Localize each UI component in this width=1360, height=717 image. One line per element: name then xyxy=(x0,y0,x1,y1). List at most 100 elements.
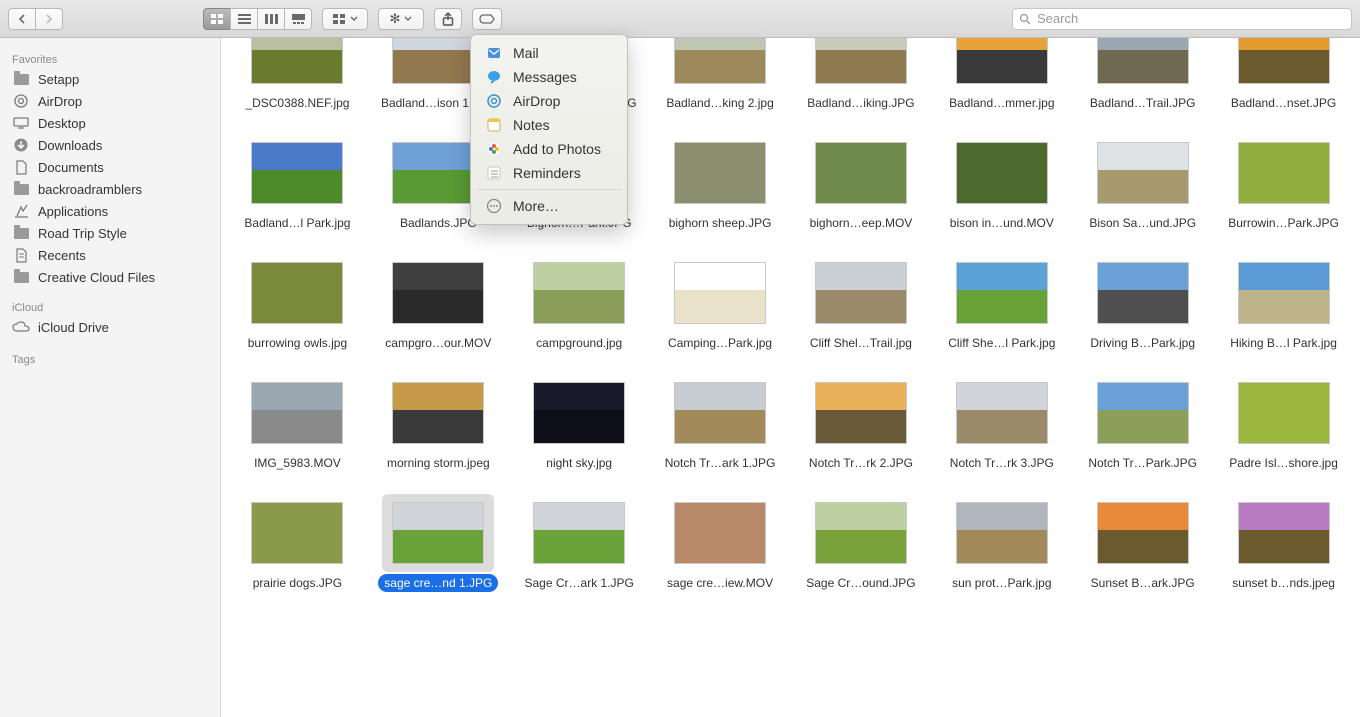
share-menu-item[interactable]: Mail xyxy=(471,41,627,65)
forward-button[interactable] xyxy=(35,8,63,30)
thumbnail-wrap xyxy=(382,494,494,572)
file-item[interactable]: burrowing owls.jpg xyxy=(229,248,366,354)
file-name: Badland…mmer.jpg xyxy=(943,94,1060,112)
file-item[interactable]: Cliff She…l Park.jpg xyxy=(933,248,1070,354)
share-menu-more[interactable]: More… xyxy=(471,194,627,218)
file-item[interactable]: Sage Cr…ark 1.JPG xyxy=(511,488,648,594)
recents-icon xyxy=(12,247,30,263)
thumbnail-wrap xyxy=(1228,38,1340,92)
group-by-button[interactable] xyxy=(322,8,368,30)
sidebar-item[interactable]: Road Trip Style xyxy=(0,222,220,244)
file-item[interactable]: Hiking B…l Park.jpg xyxy=(1215,248,1352,354)
file-item[interactable]: sage cre…iew.MOV xyxy=(652,488,789,594)
file-item[interactable]: Notch Tr…rk 2.JPG xyxy=(793,368,930,474)
file-item[interactable]: _DSC0388.NEF.jpg xyxy=(229,38,366,114)
thumbnail xyxy=(533,382,625,444)
search-input[interactable] xyxy=(1037,11,1345,26)
thumbnail xyxy=(251,38,343,84)
thumbnail-wrap xyxy=(805,134,917,212)
file-item[interactable]: Driving B…Park.jpg xyxy=(1074,248,1211,354)
sidebar-item[interactable]: backroadramblers xyxy=(0,178,220,200)
file-item[interactable]: campgro…our.MOV xyxy=(370,248,507,354)
file-item[interactable]: night sky.jpg xyxy=(511,368,648,474)
file-item[interactable]: Badland…mmer.jpg xyxy=(933,38,1070,114)
file-item[interactable]: Notch Tr…Park.JPG xyxy=(1074,368,1211,474)
file-item[interactable]: campground.jpg xyxy=(511,248,648,354)
file-item[interactable]: Badland…nset.JPG xyxy=(1215,38,1352,114)
thumbnail-wrap xyxy=(1087,254,1199,332)
downloads-icon xyxy=(12,137,30,153)
sidebar: Favorites SetappAirDropDesktopDownloadsD… xyxy=(0,38,221,717)
file-item[interactable]: Cliff Shel…Trail.jpg xyxy=(793,248,930,354)
share-menu-item[interactable]: AirDrop xyxy=(471,89,627,113)
sidebar-item[interactable]: Setapp xyxy=(0,68,220,90)
file-item[interactable]: Camping…Park.jpg xyxy=(652,248,789,354)
sidebar-item[interactable]: Documents xyxy=(0,156,220,178)
file-item[interactable]: Notch Tr…rk 3.JPG xyxy=(933,368,1070,474)
file-item[interactable]: bighorn sheep.JPG xyxy=(652,128,789,234)
sidebar-item[interactable]: Creative Cloud Files xyxy=(0,266,220,288)
thumbnail-wrap xyxy=(805,374,917,452)
chevron-right-icon xyxy=(44,14,54,24)
share-menu-item[interactable]: Notes xyxy=(471,113,627,137)
thumbnail-wrap xyxy=(1228,494,1340,572)
thumbnail-wrap xyxy=(241,254,353,332)
view-gallery-button[interactable] xyxy=(284,8,312,30)
file-item[interactable]: prairie dogs.JPG xyxy=(229,488,366,594)
share-menu-item[interactable]: Reminders xyxy=(471,161,627,185)
view-columns-button[interactable] xyxy=(257,8,285,30)
file-item[interactable]: Badland…iking.JPG xyxy=(793,38,930,114)
file-item[interactable]: Bison Sa…und.JPG xyxy=(1074,128,1211,234)
thumbnail xyxy=(674,262,766,324)
sidebar-item-label: Road Trip Style xyxy=(38,226,127,241)
file-item[interactable]: sage cre…nd 1.JPG xyxy=(370,488,507,594)
file-item[interactable]: Sage Cr…ound.JPG xyxy=(793,488,930,594)
file-name: Sage Cr…ark 1.JPG xyxy=(519,574,640,592)
file-item[interactable]: bighorn…eep.MOV xyxy=(793,128,930,234)
sidebar-item[interactable]: Desktop xyxy=(0,112,220,134)
view-icons-button[interactable] xyxy=(203,8,231,30)
sidebar-item[interactable]: iCloud Drive xyxy=(0,316,220,338)
list-icon xyxy=(238,14,251,24)
sidebar-item[interactable]: AirDrop xyxy=(0,90,220,112)
thumbnail-wrap xyxy=(946,134,1058,212)
thumbnail-wrap xyxy=(805,38,917,92)
share-button[interactable] xyxy=(434,8,462,30)
tags-button[interactable] xyxy=(472,8,502,30)
thumbnail xyxy=(533,502,625,564)
sidebar-item[interactable]: Recents xyxy=(0,244,220,266)
content-area: _DSC0388.NEF.jpgBadland…ison 1.JPGBadlan… xyxy=(221,38,1360,717)
file-item[interactable]: IMG_5983.MOV xyxy=(229,368,366,474)
file-item[interactable]: Padre Isl…shore.jpg xyxy=(1215,368,1352,474)
file-item[interactable]: Badland…l Park.jpg xyxy=(229,128,366,234)
sidebar-item-label: Recents xyxy=(38,248,86,263)
file-item[interactable]: bison in…und.MOV xyxy=(933,128,1070,234)
file-name: Notch Tr…rk 2.JPG xyxy=(803,454,919,472)
file-item[interactable]: Notch Tr…ark 1.JPG xyxy=(652,368,789,474)
back-button[interactable] xyxy=(8,8,36,30)
thumbnail xyxy=(1238,142,1330,204)
share-menu-item[interactable]: Add to Photos xyxy=(471,137,627,161)
file-item[interactable]: Badland…Trail.JPG xyxy=(1074,38,1211,114)
thumbnail xyxy=(815,502,907,564)
file-item[interactable]: Burrowin…Park.JPG xyxy=(1215,128,1352,234)
view-list-button[interactable] xyxy=(230,8,258,30)
action-menu-button[interactable]: ✻ xyxy=(378,8,424,30)
applications-icon xyxy=(12,203,30,219)
search-field[interactable] xyxy=(1012,8,1352,30)
app-icon xyxy=(485,68,503,86)
share-menu: Mail MessagesAirDropNotesAdd to PhotosRem… xyxy=(470,34,628,225)
sidebar-item[interactable]: Downloads xyxy=(0,134,220,156)
sidebar-item[interactable]: Applications xyxy=(0,200,220,222)
thumbnail-wrap xyxy=(523,254,635,332)
share-menu-item[interactable]: Messages xyxy=(471,65,627,89)
thumbnail xyxy=(1097,502,1189,564)
thumbnail-wrap xyxy=(1087,38,1199,92)
file-item[interactable]: sunset b…nds.jpeg xyxy=(1215,488,1352,594)
file-item[interactable]: morning storm.jpeg xyxy=(370,368,507,474)
file-item[interactable]: Badland…king 2.jpg xyxy=(652,38,789,114)
file-item[interactable]: Sunset B…ark.JPG xyxy=(1074,488,1211,594)
file-item[interactable]: sun prot…Park.jpg xyxy=(933,488,1070,594)
share-menu-label: Mail xyxy=(513,45,539,61)
file-name: Driving B…Park.jpg xyxy=(1084,334,1201,352)
